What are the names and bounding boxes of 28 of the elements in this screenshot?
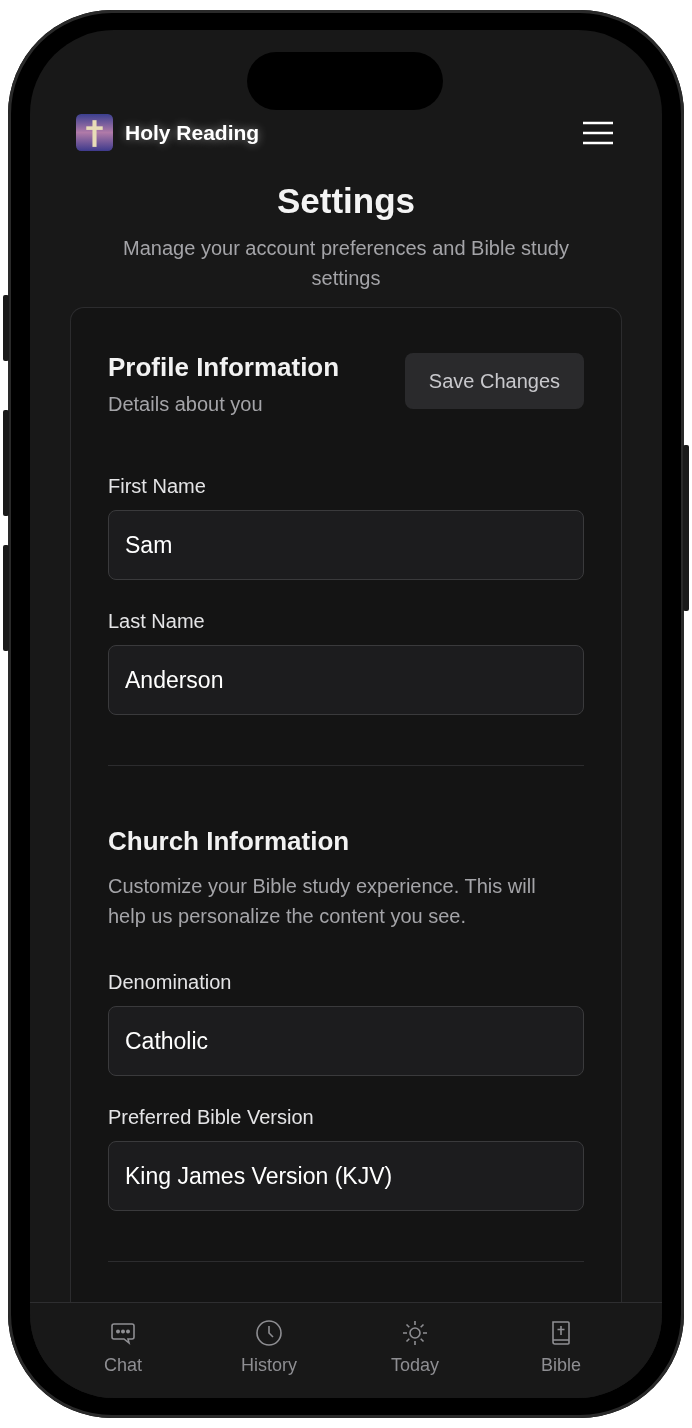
input-field[interactable]: King James Version (KJV) [108,1141,584,1211]
section-description: Details about you [108,392,264,417]
nav-tab[interactable]: Chat [68,1303,178,1398]
nav-label: History [241,1355,297,1376]
nav-tab[interactable]: History [214,1303,324,1398]
section-description: Customize your Bible study experience. This will help us personalize the content you see. [108,874,537,929]
field-label: Denomination [108,971,233,994]
page-title: Settings [276,181,416,221]
nav-tab[interactable]: Today [360,1303,470,1398]
input-field[interactable]: Anderson [108,645,584,715]
menu-icon[interactable] [582,120,614,145]
sun-icon [401,1319,429,1347]
clock-icon [255,1319,283,1347]
input-field[interactable]: Sam [108,510,584,580]
field-label: First Name [108,475,207,498]
page-subtitle: Manage your account preferences and Bible study settings [122,236,570,291]
cross-logo-icon [76,114,113,151]
input-field[interactable]: Catholic [108,1006,584,1076]
section-title: Church Information [108,826,351,857]
nav-label: Chat [104,1355,142,1376]
nav-tab[interactable]: Bible [506,1303,616,1398]
nav-label: Today [390,1355,439,1376]
nav-label: Bible [541,1355,581,1376]
save-button[interactable]: Save Changes [404,353,584,409]
field-label: Last Name [108,610,206,633]
section-title: Profile Information [108,352,340,383]
app-name: Holy Reading [125,120,260,145]
field-label: Preferred Bible Version [108,1106,315,1129]
